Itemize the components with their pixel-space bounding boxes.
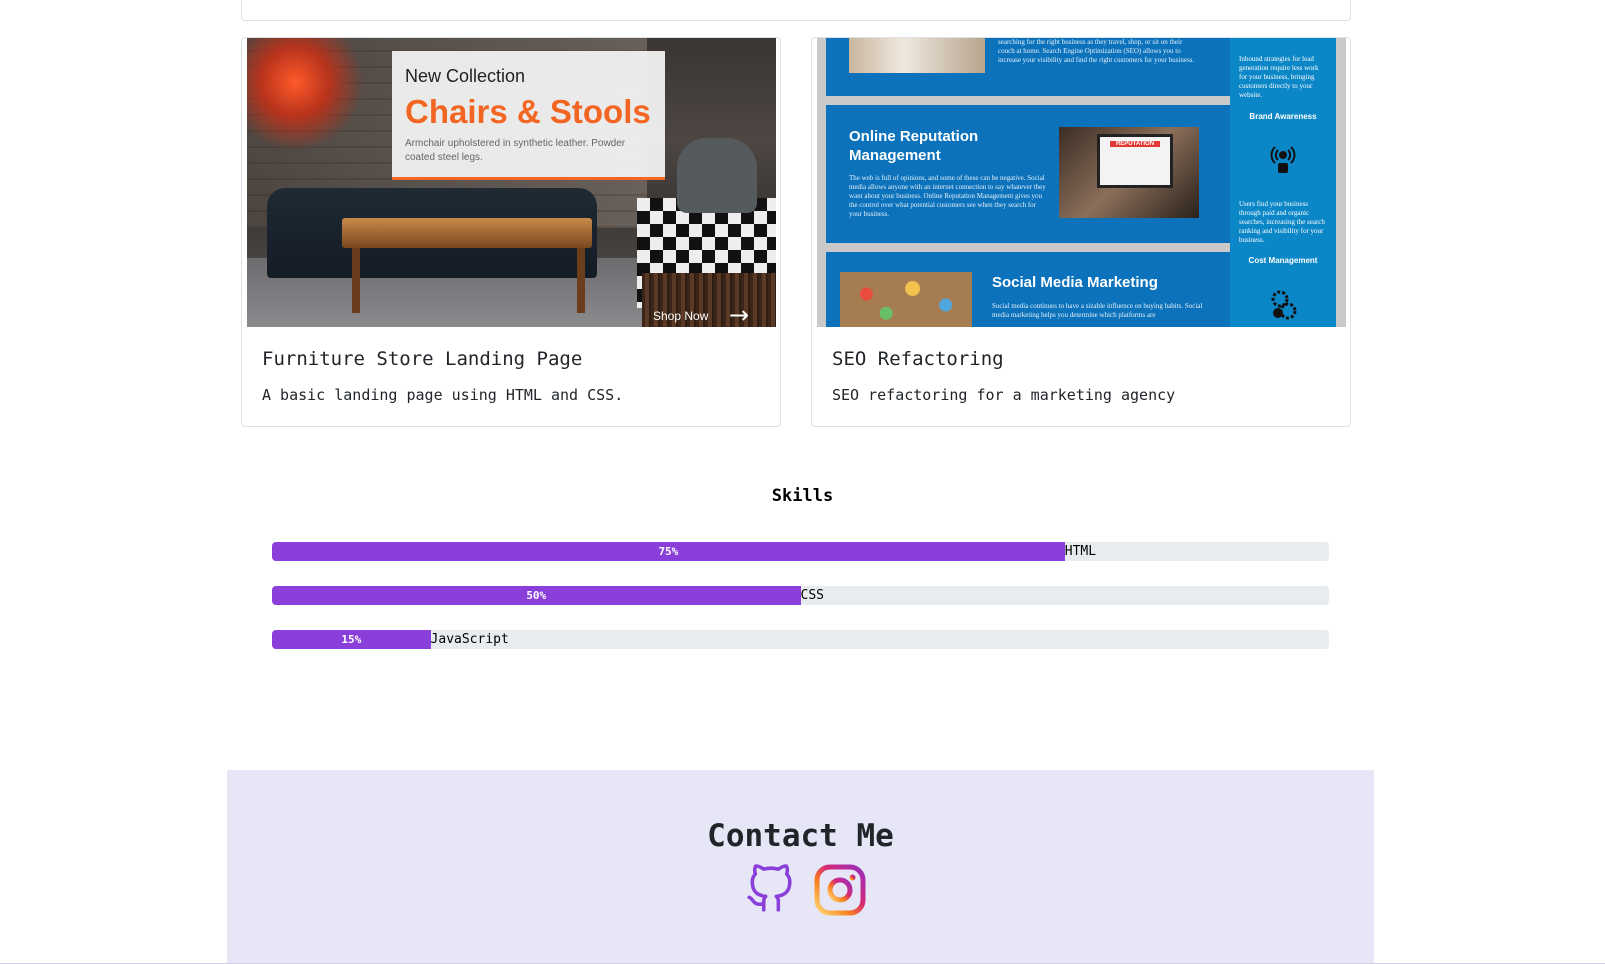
broadcast-icon: [1266, 141, 1300, 182]
seo-side-text2: Users find your business through paid an…: [1239, 200, 1325, 244]
skill-bar-css: 50% CSS: [272, 586, 1329, 605]
contact-heading: Contact Me: [707, 818, 894, 854]
github-link[interactable]: [745, 864, 795, 918]
seo-side-column: Inbound strategies for lead generation r…: [1230, 38, 1336, 327]
furniture-scene: Shop Now → New Collection Chairs & Stool…: [247, 38, 776, 327]
project-image-seo[interactable]: searching for the right business as they…: [817, 38, 1346, 327]
instagram-icon: [814, 864, 866, 920]
arrow-right-icon: →: [729, 301, 750, 327]
skill-progress-fill: 50%: [272, 586, 801, 605]
skills-heading: Skills: [771, 486, 834, 506]
social-photo: [840, 272, 972, 327]
desk-photo: [849, 38, 985, 73]
gears-money-icon: [1266, 287, 1300, 327]
table-leg: [352, 248, 360, 313]
table-leg: [577, 248, 585, 313]
project-image-furniture[interactable]: Shop Now → New Collection Chairs & Stool…: [247, 38, 776, 327]
seo-top-text: searching for the right business as they…: [998, 38, 1195, 64]
seo-reputation-text: The web is full of opinions, and some of…: [849, 174, 1046, 218]
instagram-link[interactable]: [814, 864, 866, 920]
seo-heading-social: Social Media Marketing: [992, 274, 1158, 291]
skill-name: CSS: [800, 588, 824, 603]
skill-name: HTML: [1064, 544, 1097, 559]
project-card-seo[interactable]: searching for the right business as they…: [811, 37, 1351, 427]
seo-side-heading2: Cost Management: [1248, 256, 1318, 265]
seo-social-text: Social media continues to have a sizable…: [992, 302, 1203, 319]
promo-line1: New Collection: [405, 66, 526, 86]
skill-bar-javascript: 15% JavaScript: [272, 630, 1329, 649]
shop-now-text: Shop Now: [653, 309, 709, 323]
armchair: [677, 138, 757, 213]
skill-name: JavaScript: [430, 632, 509, 647]
project-card-furniture[interactable]: Shop Now → New Collection Chairs & Stool…: [241, 37, 781, 427]
promo-line3: Armchair upholstered in synthetic leathe…: [405, 138, 626, 163]
screen-label: REPUTATION: [1110, 141, 1160, 147]
skill-progress-fill: 75%: [272, 542, 1065, 561]
project-description: A basic landing page using HTML and CSS.: [262, 386, 624, 404]
promo-box: New Collection Chairs & Stools Armchair …: [392, 51, 665, 180]
seo-heading-reputation: Online Reputation Management: [849, 128, 979, 164]
seo-side-text1: Inbound strategies for lead generation r…: [1239, 55, 1319, 99]
project-title[interactable]: Furniture Store Landing Page: [262, 348, 582, 370]
laptop-screen: REPUTATION: [1097, 134, 1173, 188]
neon-glow: [247, 38, 367, 148]
seo-section-top: searching for the right business as they…: [826, 38, 1230, 96]
previous-project-card: [241, 0, 1351, 21]
seo-side-heading1: Brand Awareness: [1249, 112, 1317, 121]
skill-bar-html: 75% HTML: [272, 542, 1329, 561]
promo-line2: Chairs & Stools: [405, 93, 651, 130]
skill-progress-fill: 15%: [272, 630, 431, 649]
contact-section: Contact Me: [227, 770, 1374, 964]
coffee-table: [342, 218, 592, 248]
project-title[interactable]: SEO Refactoring: [832, 348, 1004, 370]
github-icon: [745, 864, 795, 918]
project-description: SEO refactoring for a marketing agency: [832, 386, 1176, 404]
seo-infographic: searching for the right business as they…: [817, 38, 1346, 327]
